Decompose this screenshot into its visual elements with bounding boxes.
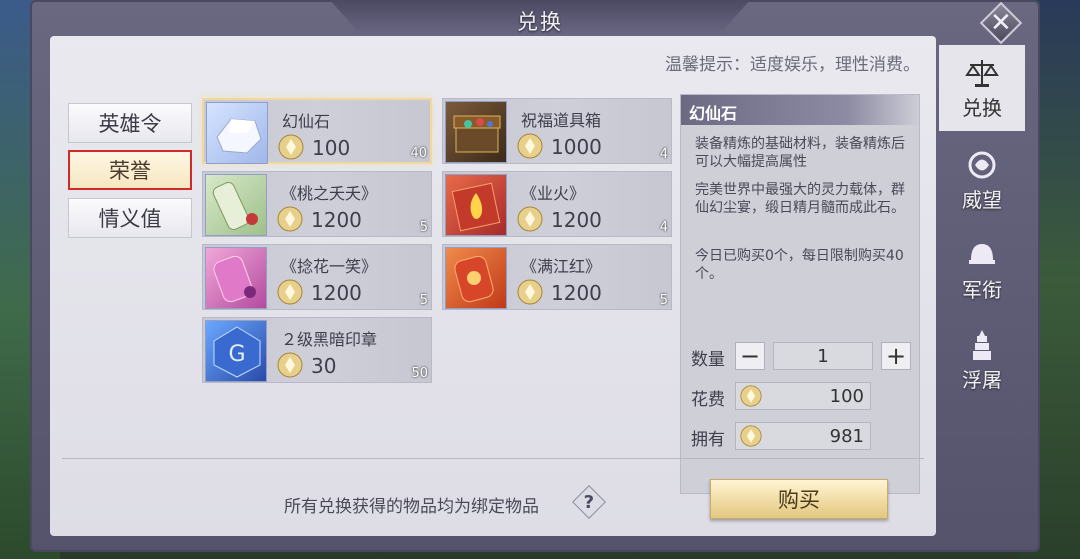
item-count: 4 [659,147,668,162]
tab-label: 军衔 [962,277,1002,302]
close-diamond: ✕ [979,1,1023,45]
tab-label: 兑换 [962,95,1002,120]
treasure-chest-icon [445,101,507,163]
left-tab-label: 情义值 [98,207,162,231]
tab-military-rank[interactable]: 军衔 [939,227,1025,313]
white-crystal-icon [206,102,268,164]
honor-coin-icon [278,134,304,160]
close-icon: ✕ [990,7,1012,38]
pink-scroll-icon [205,247,267,309]
honor-coin-icon [517,206,543,232]
detail-description: 装备精炼的基础材料，装备精炼后可以大幅提高属性 [695,136,905,170]
help-button[interactable]: ? [572,485,606,519]
item-card-manjianghong[interactable]: 5 《满江红》 1200 [442,244,672,310]
left-tab-label: 荣誉 [109,159,151,183]
green-scroll-icon [205,174,267,236]
item-price: 1200 [311,208,362,232]
item-price: 30 [311,354,337,378]
item-card-taozhiyaoyao[interactable]: 5 《桃之夭夭》 1200 [202,171,432,237]
item-count: 5 [659,293,668,308]
honor-coin-icon [277,206,303,232]
tab-label: 浮屠 [962,367,1002,392]
item-count: 4 [659,220,668,235]
cost-value: 100 [829,386,864,407]
bound-items-note: 所有兑换获得的物品均为绑定物品 [284,497,539,517]
item-price: 1200 [551,208,602,232]
item-name: ２级黑暗印章 [281,330,378,349]
item-detail-panel: 幻仙石 装备精炼的基础材料，装备精炼后可以大幅提高属性 完美世界中最强大的灵力载… [680,94,921,494]
dark-seal-icon: G [205,320,267,382]
quantity-increase-button[interactable]: + [881,342,911,370]
window-title: 兑换 [517,10,563,34]
scales-icon [965,59,999,87]
emblem-icon [968,151,996,178]
buy-button[interactable]: 购买 [710,479,888,519]
fire-book-icon [445,174,507,236]
pagoda-icon [973,329,991,360]
quantity-decrease-button[interactable]: − [735,342,765,370]
close-button[interactable]: ✕ [977,1,1025,45]
buy-label: 购买 [778,488,820,512]
honor-coin-icon [740,425,762,447]
quantity-value: 1 [817,345,829,367]
left-tab-label: 英雄令 [98,112,162,136]
red-scroll-icon [445,247,507,309]
plus-icon: + [885,342,907,370]
item-count: 5 [419,293,428,308]
tab-pagoda[interactable]: 浮屠 [939,317,1025,403]
question-icon: ? [583,491,595,513]
owned-label: 拥有 [691,430,725,450]
honor-coin-icon [277,279,303,305]
item-name: 祝福道具箱 [521,111,602,130]
item-price: 1000 [551,135,602,159]
detail-lore: 完美世界中最强大的灵力载体，群仙幻尘宴，缎日精月髓而成此石。 [695,182,905,216]
item-name: 幻仙石 [282,112,331,131]
tab-prestige[interactable]: 威望 [939,137,1025,223]
help-diamond: ? [572,485,606,519]
item-count: 5 [419,220,428,235]
svg-text:G: G [228,342,245,367]
honor-coin-icon [740,385,762,407]
helmet-icon [969,243,995,264]
honor-coin-icon [277,352,303,378]
left-tab-honor[interactable]: 荣誉 [68,150,192,190]
left-tab-loyalty[interactable]: 情义值 [68,198,192,238]
owned-value: 981 [829,426,864,447]
detail-title: 幻仙石 [681,95,921,125]
item-name: 《业火》 [521,184,586,203]
honor-coin-icon [517,279,543,305]
minus-icon: − [739,342,761,370]
item-price: 100 [312,136,351,160]
item-card-nianhuayixiao[interactable]: 5 《捻花一笑》 1200 [202,244,432,310]
detail-purchase-limit: 今日已购买0个，每日限制购买40个。 [695,248,904,282]
honor-coin-icon [517,133,543,159]
item-price: 1200 [551,281,602,305]
bottom-divider [62,458,924,459]
item-count: 50 [411,366,428,381]
item-card-huanxianshi[interactable]: 40 幻仙石 100 [202,98,432,164]
quantity-stepper[interactable]: 1 [773,342,873,370]
cost-label: 花费 [691,390,725,410]
owned-value-box: 981 [735,422,871,450]
left-tab-hero-token[interactable]: 英雄令 [68,103,192,143]
tab-label: 威望 [962,187,1002,212]
item-count: 40 [410,146,427,161]
item-name: 《满江红》 [521,257,602,276]
right-tab-bar: 兑换 威望 军衔 浮屠 [937,45,1027,525]
item-card-dark-seal[interactable]: G 50 ２级黑暗印章 30 [202,317,432,383]
item-card-blessing-box[interactable]: 4 祝福道具箱 1000 [442,98,672,164]
hint-text: 温馨提示：适度娱乐，理性消费。 [665,55,920,75]
item-name: 《捻花一笑》 [281,257,378,276]
item-name: 《桃之夭夭》 [281,184,378,203]
cost-value-box: 100 [735,382,871,410]
item-price: 1200 [311,281,362,305]
item-card-yehuo[interactable]: 4 《业火》 1200 [442,171,672,237]
tab-exchange[interactable]: 兑换 [939,45,1025,131]
quantity-label: 数量 [691,350,725,370]
exchange-panel: 温馨提示：适度娱乐，理性消费。 英雄令 荣誉 情义值 40 幻仙石 100 4 … [50,36,936,536]
